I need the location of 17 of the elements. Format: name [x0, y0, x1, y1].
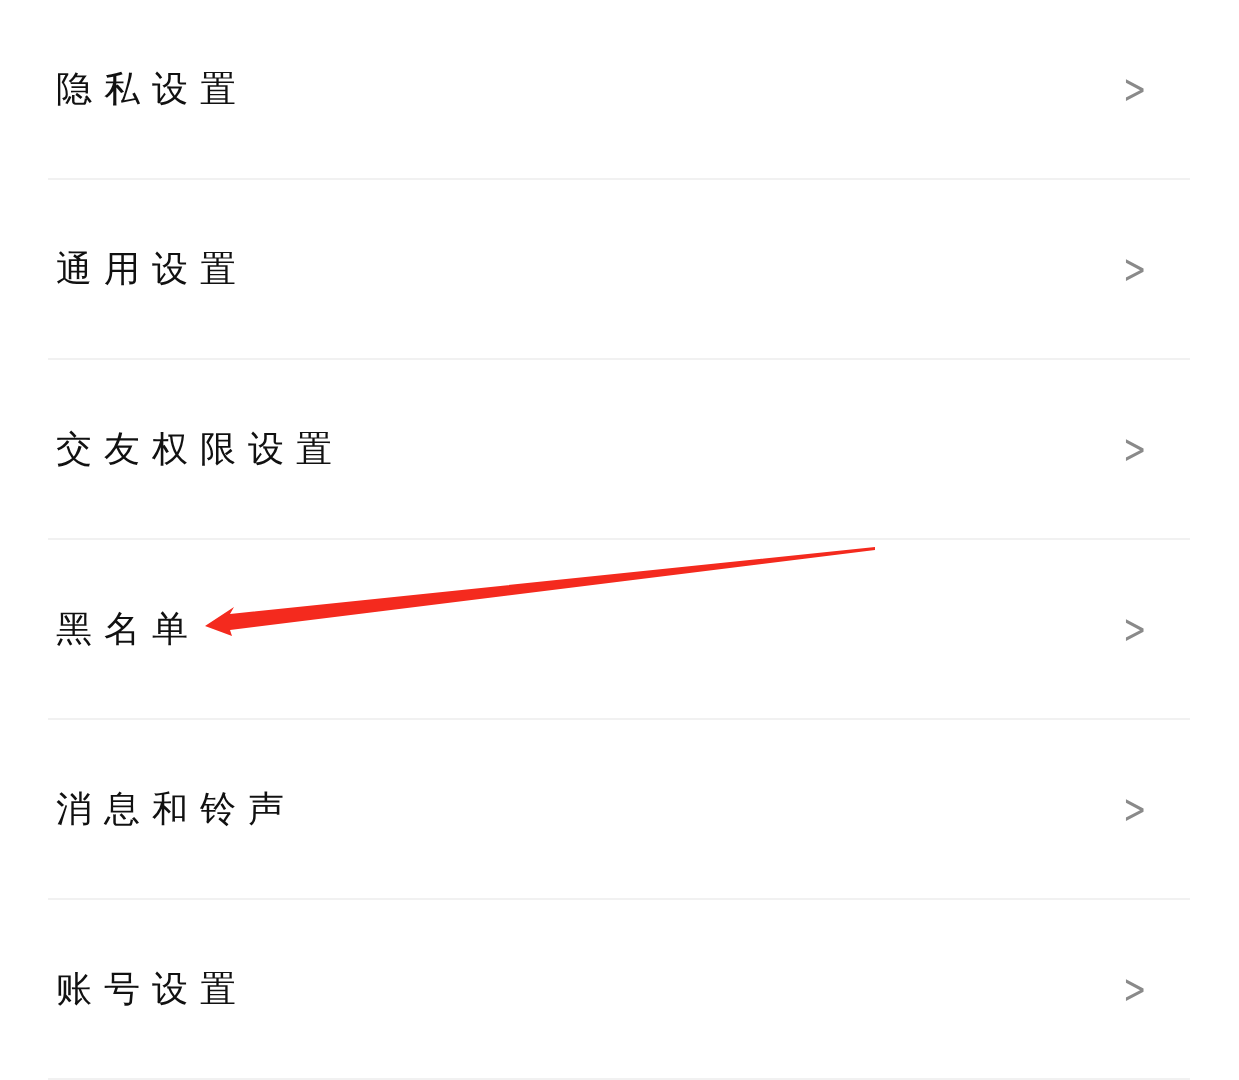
chevron-icon: >: [1123, 246, 1147, 292]
settings-label: 消息和铃声: [55, 786, 296, 831]
settings-label: 通用设置: [55, 246, 248, 291]
chevron-icon: >: [1123, 426, 1147, 472]
settings-row[interactable]: 通用设置 >: [48, 180, 1190, 360]
chevron-icon: >: [1123, 786, 1147, 832]
settings-label: 账号设置: [55, 966, 248, 1011]
settings-label: 交友权限设置: [55, 426, 344, 471]
settings-row[interactable]: 消息和铃声 >: [48, 720, 1190, 900]
settings-row[interactable]: 交友权限设置 >: [48, 360, 1190, 540]
chevron-icon: >: [1123, 66, 1147, 112]
settings-label: 黑名单: [55, 606, 200, 651]
settings-row[interactable]: 账号设置 >: [48, 900, 1190, 1080]
settings-row[interactable]: 隐私设置 >: [48, 0, 1190, 180]
chevron-icon: >: [1123, 606, 1147, 652]
chevron-icon: >: [1123, 966, 1147, 1012]
settings-label: 隐私设置: [55, 66, 248, 111]
